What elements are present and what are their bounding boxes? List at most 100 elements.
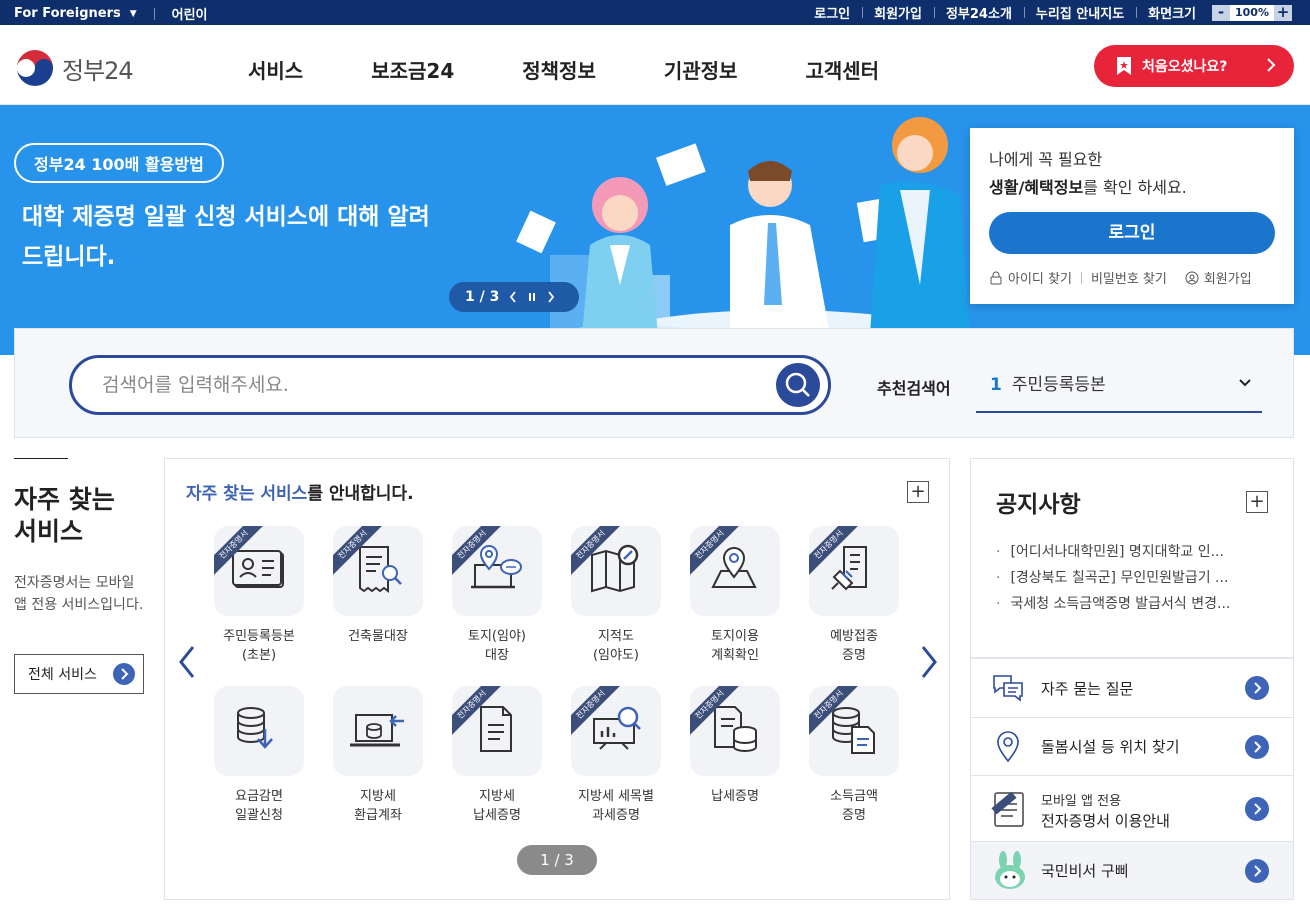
- zoom-out-button[interactable]: -: [1212, 4, 1230, 21]
- service-item[interactable]: 전자증명서 지적도 (임야도): [570, 526, 662, 665]
- lock-icon: [990, 271, 1002, 284]
- service-icon-box: 전자증명서: [214, 526, 304, 616]
- quick-link-e-certificate[interactable]: 모바일 앱 전용 전자증명서 이용안내: [970, 776, 1294, 842]
- rabbit-mascot-icon: [995, 850, 1025, 889]
- service-label: 소득금액 증명: [830, 789, 878, 823]
- nav-policy[interactable]: 정책정보: [522, 55, 596, 84]
- service-item[interactable]: 전자증명서 지방세 납세증명: [451, 686, 543, 825]
- quick-link-care-facilities[interactable]: 돌봄시설 등 위치 찾기: [970, 718, 1294, 776]
- about-link[interactable]: 정부24소개: [933, 3, 1024, 22]
- nav-services[interactable]: 서비스: [248, 55, 303, 84]
- recommended-select[interactable]: 1 주민등록등본: [976, 363, 1262, 413]
- service-item[interactable]: 전자증명서건축물대장: [332, 526, 424, 646]
- search-input[interactable]: [102, 372, 752, 398]
- quick-link-label: 전자증명서 이용안내: [1041, 812, 1170, 830]
- divider: [1080, 271, 1082, 284]
- service-item[interactable]: 전자증명서 토지(임야) 대장: [451, 526, 543, 665]
- more-services-button[interactable]: +: [907, 481, 929, 503]
- bookmark-icon: [1117, 57, 1131, 75]
- chat-bubbles-icon: [993, 675, 1023, 702]
- divider: [153, 7, 155, 20]
- find-id-link[interactable]: 아이디 찾기: [1008, 268, 1072, 287]
- more-notices-button[interactable]: +: [1246, 491, 1268, 513]
- signup-link[interactable]: 회원가입: [862, 3, 934, 22]
- service-item[interactable]: 전자증명서 토지이용 계획확인: [689, 526, 781, 665]
- service-icon-box: 전자증명서: [571, 686, 661, 776]
- for-foreigners-link[interactable]: For Foreigners: [14, 6, 121, 21]
- service-label: 주민등록등본 (초본): [223, 629, 295, 663]
- carousel-prev-icon[interactable]: [177, 645, 197, 679]
- id-card-icon: [232, 550, 284, 588]
- database-document-icon: [832, 707, 875, 754]
- login-prompt-rest: 를 확인 하세요.: [1083, 178, 1187, 197]
- chevron-down-icon: [1239, 379, 1251, 387]
- banner-illustration: [510, 117, 980, 355]
- nav-customer-center[interactable]: 고객센터: [805, 55, 879, 84]
- search-section: 추천검색어 1 주민등록등본: [14, 328, 1294, 438]
- account-links: 아이디 찾기 비밀번호 찾기 회원가입: [989, 268, 1275, 287]
- search-button[interactable]: [776, 363, 820, 407]
- join-link[interactable]: 회원가입: [1204, 268, 1252, 287]
- first-visit-button[interactable]: 처음오셨나요?: [1094, 45, 1294, 87]
- document-icon: [480, 706, 512, 752]
- pause-icon[interactable]: [527, 291, 537, 303]
- prev-icon[interactable]: [509, 291, 517, 303]
- notice-list: [어디서나대학민원] 명지대학교 인... [경상북도 칠곡군] 무인민원발급기…: [996, 539, 1230, 617]
- chevron-right-circle-icon: [1245, 734, 1269, 759]
- chevron-right-circle-icon: [113, 663, 135, 685]
- mobile-certificate-icon: [991, 791, 1024, 827]
- next-icon[interactable]: [547, 291, 555, 303]
- service-item[interactable]: 전자증명서 예방접종 증명: [808, 526, 900, 665]
- search-icon: [785, 372, 810, 397]
- nav-subsidy[interactable]: 보조금24: [371, 55, 454, 84]
- panel-title-highlight: 자주 찾는 서비스: [186, 484, 308, 504]
- all-services-button[interactable]: 전체 서비스: [14, 654, 144, 694]
- recommended-value: 주민등록등본: [1011, 375, 1106, 395]
- chevron-right-circle-icon: [1245, 858, 1269, 883]
- notice-item[interactable]: 국세청 소득금액증명 발급서식 변경...: [996, 591, 1230, 617]
- database-down-icon: [237, 707, 273, 749]
- find-password-link[interactable]: 비밀번호 찾기: [1091, 268, 1167, 287]
- kids-link[interactable]: 어린이: [172, 4, 208, 23]
- document-database-icon: [714, 706, 757, 752]
- service-label: 건축물대장: [348, 629, 408, 644]
- quick-link-gubbi[interactable]: 국민비서 구삐: [970, 842, 1294, 900]
- services-pager: 1 / 3: [517, 845, 597, 875]
- taegeuk-logo-icon: [15, 48, 55, 88]
- notice-item[interactable]: [경상북도 칠곡군] 무인민원발급기 ...: [996, 565, 1230, 591]
- quick-link-faq[interactable]: 자주 묻는 질문: [970, 658, 1294, 718]
- login-button[interactable]: 로그인: [989, 212, 1275, 254]
- notice-item[interactable]: [어디서나대학민원] 명지대학교 인...: [996, 539, 1230, 565]
- sitemap-link[interactable]: 누리집 안내지도: [1023, 3, 1136, 22]
- service-item[interactable]: 전자증명서 소득금액 증명: [808, 686, 900, 825]
- service-item[interactable]: 전자증명서 납세증명: [689, 686, 781, 806]
- carousel-next-icon[interactable]: [919, 645, 939, 679]
- recommended-rank: 1: [990, 375, 1002, 395]
- service-label: 요금감면 일괄신청: [235, 789, 283, 823]
- zoom-control: - 100% +: [1212, 4, 1292, 21]
- service-icon-box: 전자증명서: [571, 526, 661, 616]
- search-box: [69, 355, 831, 415]
- service-label: 지방세 세목별 과세증명: [578, 789, 654, 823]
- first-visit-label: 처음오셨나요?: [1142, 59, 1228, 75]
- login-link[interactable]: 로그인: [802, 3, 862, 22]
- logo[interactable]: 정부24: [14, 47, 134, 89]
- zoom-label: 화면크기: [1136, 3, 1208, 22]
- nav-agency[interactable]: 기관정보: [664, 55, 738, 84]
- header: 정부24 서비스 보조금24 정책정보 기관정보 고객센터 처음오셨나요?: [0, 25, 1310, 105]
- login-prompt-line2: 생활/혜택정보를 확인 하세요.: [989, 174, 1275, 202]
- zoom-in-button[interactable]: +: [1274, 4, 1292, 21]
- service-item[interactable]: 지방세 환급계좌: [332, 686, 424, 825]
- location-pin-icon: [997, 730, 1019, 762]
- frequent-services-intro: 자주 찾는 서비스 전자증명서는 모바일 앱 전용 서비스입니다. 전체 서비스: [14, 458, 144, 694]
- service-icon-box: 전자증명서: [333, 526, 423, 616]
- quick-link-label: 돌봄시설 등 위치 찾기: [1041, 738, 1180, 756]
- user-icon: [1185, 271, 1199, 284]
- service-item[interactable]: 요금감면 일괄신청: [213, 686, 305, 825]
- notice-panel: 공지사항 + [어디서나대학민원] 명지대학교 인... [경상북도 칠곡군] …: [970, 458, 1294, 658]
- service-item[interactable]: 전자증명서지방세 세목별 과세증명: [570, 686, 662, 825]
- service-item[interactable]: 전자증명서주민등록등본 (초본): [213, 526, 305, 665]
- section-title: 자주 찾는 서비스: [14, 485, 115, 546]
- service-label: 예방접종 증명: [830, 629, 878, 663]
- divider: [14, 458, 68, 459]
